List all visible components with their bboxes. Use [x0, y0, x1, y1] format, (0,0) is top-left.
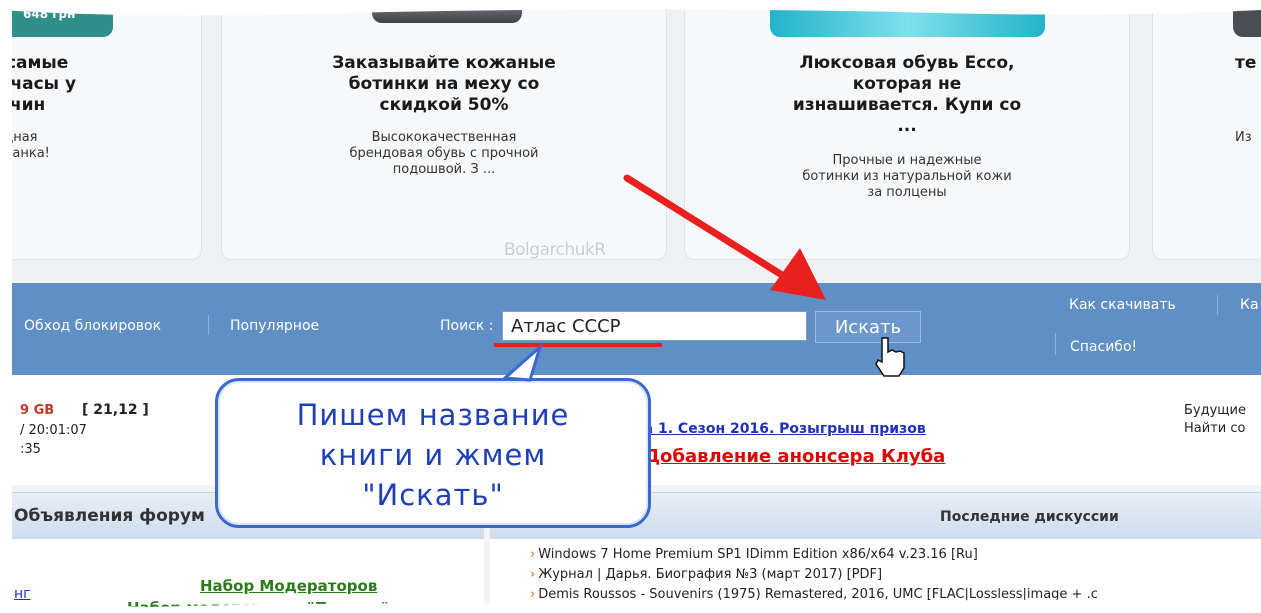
search-underline — [494, 343, 662, 347]
callout-tail — [501, 342, 543, 382]
torn-edge-top — [0, 0, 1261, 16]
annotation-overlay — [0, 0, 1261, 613]
torn-edge-bottom — [0, 599, 1261, 613]
red-arrow-icon — [623, 174, 826, 300]
hand-cursor-icon — [875, 337, 905, 377]
